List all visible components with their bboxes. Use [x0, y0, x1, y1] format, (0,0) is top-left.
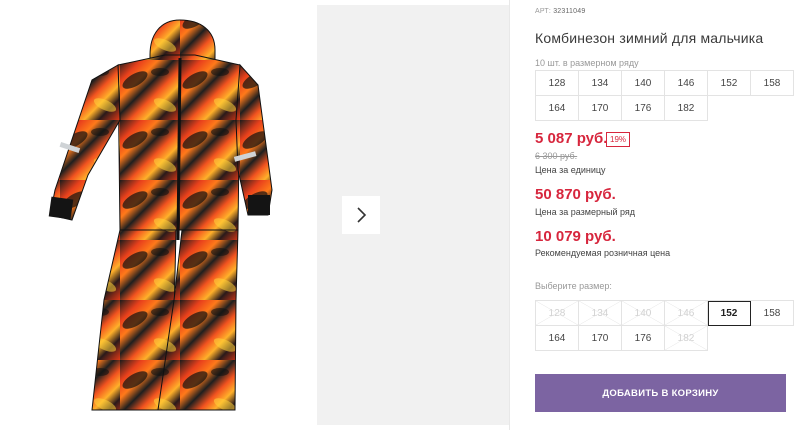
old-price: 6 300 руб. — [535, 151, 578, 161]
size-option-disabled: 128 — [536, 301, 579, 326]
size-option-disabled: 140 — [622, 301, 665, 326]
product-title: Комбинезон зимний для мальчика — [535, 30, 764, 46]
next-image-button[interactable] — [342, 196, 380, 234]
article-number: АРТ: 32311049 — [535, 8, 585, 15]
size-row-note: 10 шт. в размерном ряду — [535, 58, 639, 68]
size-option[interactable]: 170 — [579, 326, 622, 351]
article-value: 32311049 — [553, 8, 586, 15]
size-row-cell: 170 — [579, 96, 622, 121]
size-option[interactable]: 176 — [622, 326, 665, 351]
size-row-cell: 164 — [536, 96, 579, 121]
unit-price-caption: Цена за единицу — [535, 165, 606, 175]
row-price-caption: Цена за размерный ряд — [535, 207, 636, 217]
row-price: 50 870 руб. — [535, 186, 616, 203]
size-option-selected[interactable]: 152 — [708, 301, 751, 326]
panel-divider — [509, 0, 510, 430]
retail-price-caption: Рекомендуемая розничная цена — [535, 248, 671, 258]
retail-price: 10 079 руб. — [535, 228, 616, 245]
snowsuit-image — [48, 19, 273, 411]
size-row-cell: 134 — [579, 71, 622, 96]
unit-price: 5 087 руб. — [535, 130, 608, 147]
size-row-cell: 176 — [622, 96, 665, 121]
size-option[interactable]: 158 — [751, 301, 794, 326]
discount-badge: 19% — [606, 132, 631, 147]
size-option[interactable]: 164 — [536, 326, 579, 351]
add-to-cart-button[interactable]: ДОБАВИТЬ В КОРЗИНУ — [535, 374, 786, 412]
size-option-disabled: 134 — [579, 301, 622, 326]
size-row-cell: 158 — [751, 71, 794, 96]
size-row-cell: 152 — [708, 71, 751, 96]
size-row-grid: 128 134 140 146 152 158 164 170 176 182 — [535, 70, 794, 121]
size-row-cell: 182 — [665, 96, 708, 121]
size-picker-label: Выберите размер: — [535, 281, 612, 291]
size-row-cell: 140 — [622, 71, 665, 96]
product-photo[interactable] — [0, 0, 317, 430]
size-picker-grid: 128 134 140 146 152 158 164 170 176 182 — [535, 300, 794, 351]
size-row-cell: 128 — [536, 71, 579, 96]
size-row-cell: 146 — [665, 71, 708, 96]
size-option-disabled: 146 — [665, 301, 708, 326]
size-option-disabled: 182 — [665, 326, 708, 351]
article-prefix: АРТ: — [535, 8, 552, 15]
chevron-right-icon — [357, 207, 367, 223]
